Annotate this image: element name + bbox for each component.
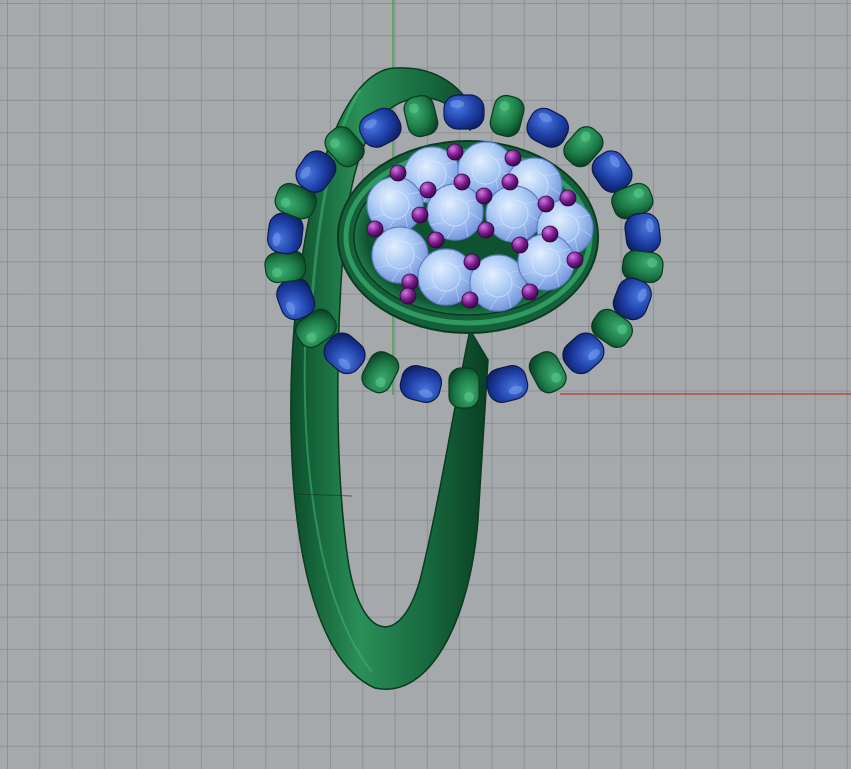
blue-bead: [485, 365, 529, 403]
prong-bead: [419, 181, 437, 199]
green-bead: [489, 94, 525, 138]
blue-bead: [624, 212, 661, 255]
prong-bead: [504, 149, 522, 167]
prong-bead: [511, 236, 529, 254]
prong-bead: [446, 143, 464, 161]
prong-bead: [521, 283, 539, 301]
ring-model-render[interactable]: [0, 0, 851, 769]
prong-bead: [477, 221, 495, 239]
prong-bead: [501, 173, 519, 191]
prong-bead: [541, 225, 559, 243]
prong-bead: [427, 231, 445, 249]
diamond-stone: [485, 185, 543, 243]
prong-bead: [401, 273, 419, 291]
prong-bead: [559, 189, 577, 207]
blue-bead: [399, 365, 443, 403]
prong-bead: [399, 287, 417, 305]
green-bead: [448, 367, 480, 409]
prong-bead: [389, 164, 407, 182]
3d-viewport[interactable]: [0, 0, 851, 769]
green-bead: [264, 250, 307, 284]
prong-bead: [463, 253, 481, 271]
blue-bead: [443, 94, 485, 130]
prong-bead: [537, 195, 555, 213]
prong-bead: [411, 206, 429, 224]
prong-bead: [461, 291, 479, 309]
prong-bead: [475, 187, 493, 205]
prong-bead: [366, 220, 384, 238]
prong-bead: [453, 173, 471, 191]
prong-bead: [566, 251, 584, 269]
